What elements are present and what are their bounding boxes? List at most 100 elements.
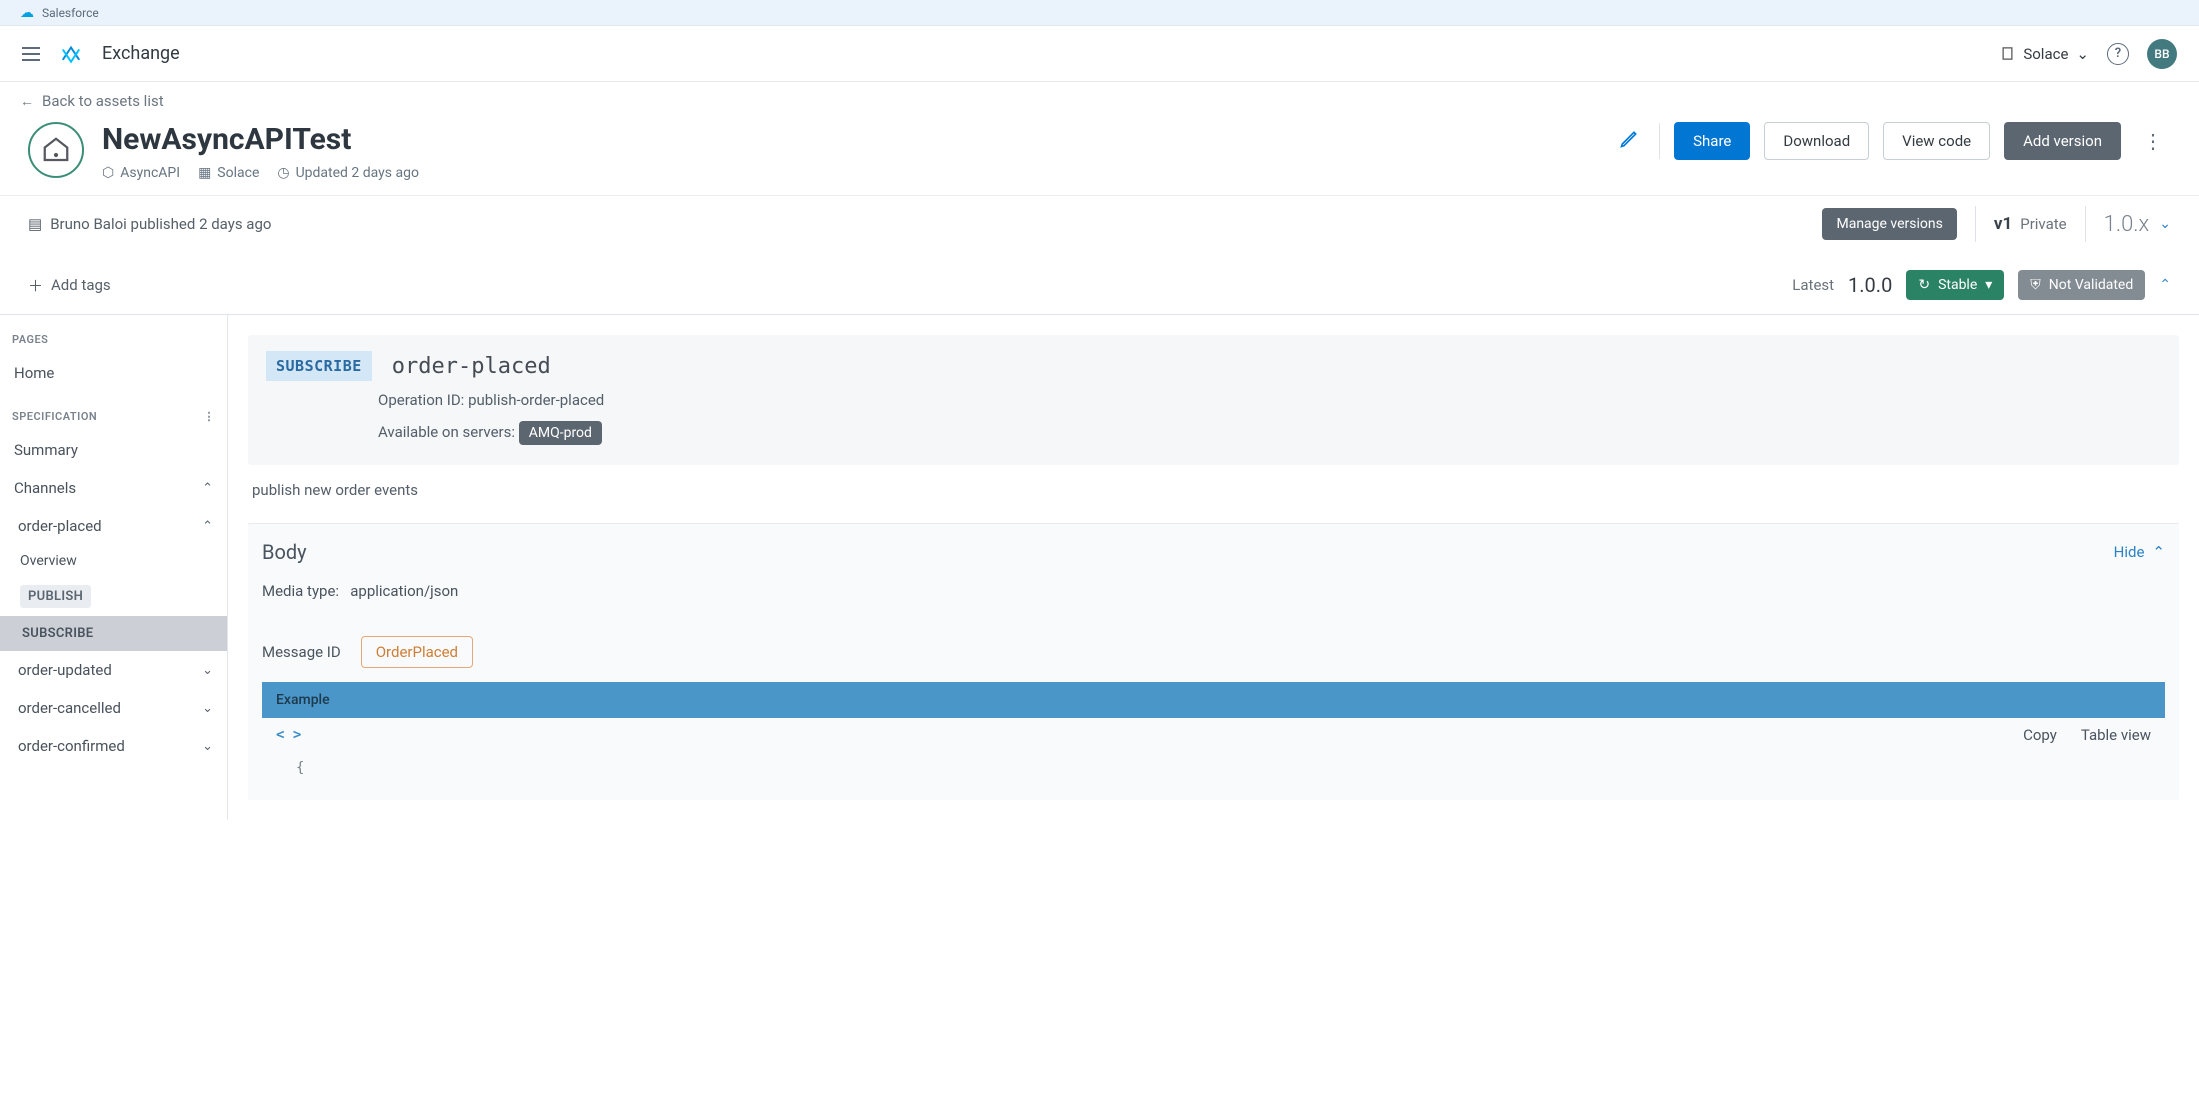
sidebar-item-order-placed[interactable]: order-placed ⌃ <box>0 507 227 545</box>
manage-versions-button[interactable]: Manage versions <box>1822 208 1956 240</box>
asset-type: AsyncAPI <box>120 165 180 181</box>
chevron-down-icon: ⌄ <box>2159 216 2171 232</box>
sidebar-item-channels[interactable]: Channels ⌃ <box>0 469 227 507</box>
exchange-logo-icon <box>58 41 84 67</box>
back-label: Back to assets list <box>42 92 164 110</box>
salesforce-bar: ☁ Salesforce <box>0 0 2199 26</box>
plus-icon: ＋ <box>28 275 43 296</box>
operation-verb-badge: SUBSCRIBE <box>266 351 372 381</box>
building-icon: ▦ <box>198 165 211 181</box>
op-id-label: Operation ID: <box>378 391 464 409</box>
chevron-up-icon: ⌃ <box>2152 543 2165 561</box>
sidebar-item-summary[interactable]: Summary <box>0 431 227 469</box>
op-id-value: publish-order-placed <box>468 391 604 409</box>
avatar[interactable]: BB <box>2147 39 2177 69</box>
code-body: { <box>262 752 2165 784</box>
version-visibility: Private <box>2020 215 2066 233</box>
operation-description: publish new order events <box>252 481 2175 499</box>
salesforce-label: Salesforce <box>42 6 99 20</box>
clock-icon: ◷ <box>277 165 289 181</box>
share-button[interactable]: Share <box>1674 122 1750 160</box>
sidebar-section-pages: PAGES <box>0 315 227 354</box>
content: SUBSCRIBE order-placed Operation ID: pub… <box>228 315 2199 820</box>
example-header: Example <box>262 682 2165 718</box>
download-button[interactable]: Download <box>1764 122 1869 160</box>
sidebar-item-order-confirmed[interactable]: order-confirmed ⌄ <box>0 727 227 765</box>
chevron-down-icon: ⌄ <box>202 663 213 678</box>
calendar-icon: ▤ <box>28 215 42 233</box>
table-view-button[interactable]: Table view <box>2081 726 2151 744</box>
chevron-up-icon: ⌃ <box>202 519 213 534</box>
sidebar-item-subscribe[interactable]: SUBSCRIBE <box>0 616 227 651</box>
view-code-button[interactable]: View code <box>1883 122 1990 160</box>
pencil-icon <box>1619 129 1639 149</box>
asset-meta: ⬡ AsyncAPI ▦ Solace ◷ Updated 2 days ago <box>102 165 419 181</box>
chevron-down-icon: ⌄ <box>202 739 213 754</box>
type-icon: ⬡ <box>102 165 114 181</box>
back-link[interactable]: ← Back to assets list <box>20 92 164 110</box>
app-header: Exchange Solace ⌄ ? BB <box>0 26 2199 82</box>
product-title: Exchange <box>102 43 180 64</box>
chevron-down-icon: ⌄ <box>202 701 213 716</box>
sidebar-item-overview[interactable]: Overview <box>0 545 227 577</box>
refresh-icon: ↻ <box>1918 277 1930 293</box>
body-card: Body Hide ⌃ Media type: application/json… <box>248 523 2179 800</box>
sidebar-item-order-updated[interactable]: order-updated ⌄ <box>0 651 227 689</box>
message-id-label: Message ID <box>262 643 341 661</box>
version-range: 1.0.x <box>2104 212 2150 237</box>
sidebar: PAGES Home SPECIFICATION ⋮ Summary Chann… <box>0 315 228 820</box>
tags-row: ＋ Add tags Latest 1.0.0 ↻ Stable ▾ ⛨ Not… <box>0 256 2199 315</box>
menu-icon[interactable] <box>22 47 40 61</box>
cloud-icon: ☁ <box>20 5 34 21</box>
shield-icon: ⛨ <box>2030 277 2041 293</box>
building-icon <box>2000 46 2015 61</box>
caret-down-icon: ▾ <box>1985 277 1992 293</box>
servers-label: Available on servers: <box>378 423 515 441</box>
operation-name: order-placed <box>392 354 551 379</box>
asset-title: NewAsyncAPITest <box>102 122 419 157</box>
asset-type-icon <box>28 122 84 178</box>
divider <box>2085 206 2086 242</box>
media-type-label: Media type: <box>262 582 339 600</box>
divider <box>1975 206 1976 242</box>
secondary-row: ▤ Bruno Baloi published 2 days ago Manag… <box>0 195 2199 256</box>
copy-button[interactable]: Copy <box>2023 726 2057 744</box>
main-layout: PAGES Home SPECIFICATION ⋮ Summary Chann… <box>0 315 2199 820</box>
help-icon[interactable]: ? <box>2107 43 2129 65</box>
body-title: Body <box>262 540 307 564</box>
version-major: v1 <box>1994 214 2012 234</box>
stable-badge[interactable]: ↻ Stable ▾ <box>1906 270 2004 300</box>
chevron-up-icon: ⌃ <box>202 481 213 496</box>
more-icon[interactable]: ⋮ <box>204 410 216 423</box>
latest-label: Latest <box>1792 276 1834 294</box>
arrow-left-icon: ← <box>20 93 34 110</box>
edit-button[interactable] <box>1613 123 1645 159</box>
chevron-down-icon: ⌄ <box>2076 45 2089 63</box>
more-icon[interactable]: ⋮ <box>2135 125 2171 157</box>
not-validated-badge: ⛨ Not Validated <box>2018 270 2145 300</box>
asset-updated: Updated 2 days ago <box>296 165 419 181</box>
asset-header: NewAsyncAPITest ⬡ AsyncAPI ▦ Solace ◷ Updat… <box>0 114 2199 195</box>
add-tags-label: Add tags <box>51 276 111 294</box>
divider <box>1659 123 1660 159</box>
operation-box: SUBSCRIBE order-placed Operation ID: pub… <box>248 335 2179 465</box>
hide-toggle[interactable]: Hide ⌃ <box>2114 543 2165 561</box>
sidebar-item-publish[interactable]: PUBLISH <box>0 577 227 616</box>
collapse-icon[interactable]: ⌃ <box>2159 277 2171 293</box>
asset-org: Solace <box>217 165 259 181</box>
message-id-chip[interactable]: OrderPlaced <box>361 636 473 668</box>
latest-version: 1.0.0 <box>1848 273 1892 297</box>
code-toolbar: < > Copy Table view <box>262 718 2165 752</box>
add-tags-button[interactable]: ＋ Add tags <box>28 275 111 296</box>
version-range-selector[interactable]: 1.0.x ⌄ <box>2104 212 2171 237</box>
add-version-button[interactable]: Add version <box>2004 122 2121 160</box>
sidebar-item-home[interactable]: Home <box>0 354 227 392</box>
org-selector[interactable]: Solace ⌄ <box>2000 45 2089 63</box>
sidebar-section-specification: SPECIFICATION ⋮ <box>0 392 227 431</box>
publish-info: Bruno Baloi published 2 days ago <box>50 215 271 233</box>
code-icon[interactable]: < > <box>276 727 301 743</box>
server-chip: AMQ-prod <box>519 421 602 445</box>
sidebar-item-order-cancelled[interactable]: order-cancelled ⌄ <box>0 689 227 727</box>
org-name: Solace <box>2023 45 2068 63</box>
back-bar: ← Back to assets list <box>0 82 2199 114</box>
